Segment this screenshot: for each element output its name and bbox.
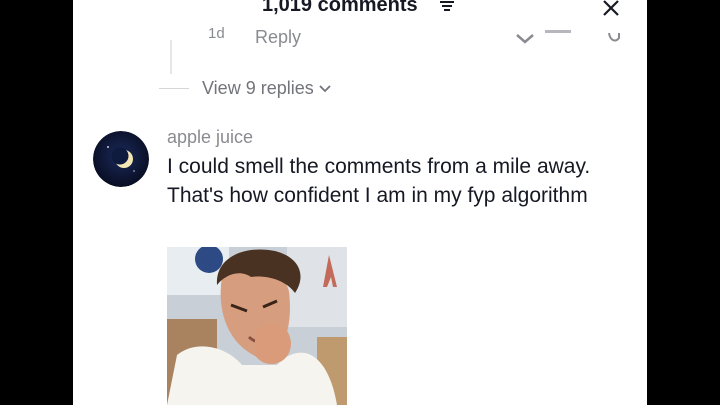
- view-replies-button[interactable]: View 9 replies: [202, 78, 332, 99]
- previous-reply-meta: 1d Reply: [73, 25, 647, 50]
- comments-header: 1,019 comments: [73, 0, 647, 22]
- like-icon[interactable]: [516, 34, 534, 44]
- like-count: [545, 30, 571, 33]
- comment-text: I could smell the comments from a mile a…: [167, 155, 591, 207]
- dislike-icon[interactable]: [607, 32, 621, 44]
- replies-divider: [159, 88, 189, 89]
- reaction-gif[interactable]: [167, 247, 347, 405]
- reply-button[interactable]: Reply: [255, 27, 301, 48]
- avatar[interactable]: [93, 131, 149, 187]
- chevron-down-icon: [319, 85, 331, 93]
- comment-username[interactable]: apple juice: [167, 127, 253, 148]
- reply-timestamp: 1d: [208, 25, 225, 42]
- comments-sheet: 1,019 comments 1d Reply View 9 replies a…: [73, 0, 647, 405]
- comments-count-title: 1,019 comments: [262, 0, 418, 16]
- close-icon[interactable]: [601, 0, 621, 18]
- view-replies-label: View 9 replies: [202, 78, 314, 98]
- filter-icon[interactable]: [439, 0, 455, 13]
- thread-line: [170, 40, 172, 74]
